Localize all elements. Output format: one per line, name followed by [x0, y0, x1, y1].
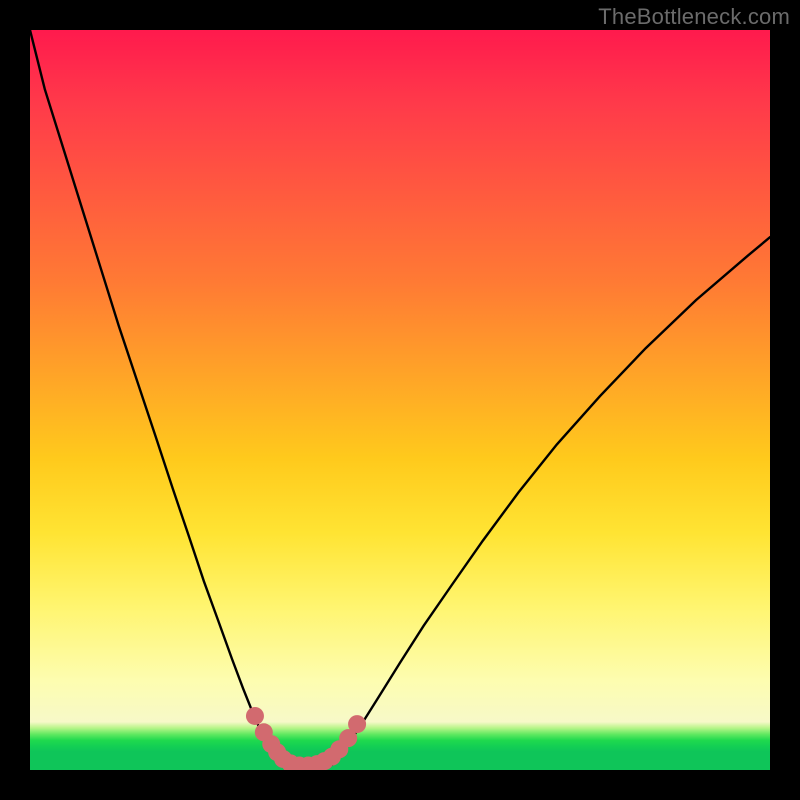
chart-svg	[30, 30, 770, 770]
highlight-group	[246, 707, 366, 770]
bottleneck-curve-path	[30, 30, 770, 767]
plot-area	[30, 30, 770, 770]
highlight-dot	[246, 707, 264, 725]
highlight-dot	[348, 715, 366, 733]
curve-group	[30, 30, 770, 767]
chart-frame: TheBottleneck.com	[0, 0, 800, 800]
watermark-text: TheBottleneck.com	[598, 4, 790, 30]
